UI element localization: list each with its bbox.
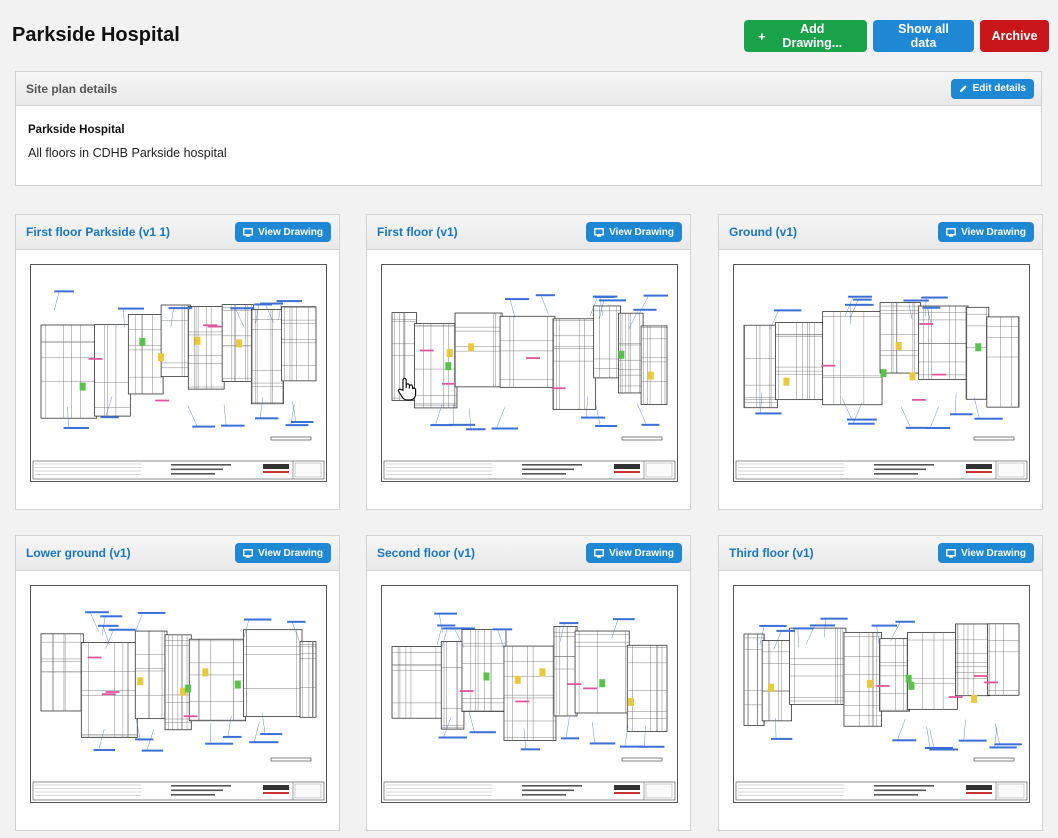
floor-plan-drawing — [383, 294, 676, 480]
view-drawing-label: View Drawing — [609, 547, 674, 559]
drawing-title-link[interactable]: Ground (v1) — [729, 225, 797, 239]
pencil-icon — [959, 85, 967, 93]
edit-details-button[interactable]: Edit details — [950, 78, 1034, 99]
hand-pointer-icon — [397, 377, 417, 401]
view-drawing-button[interactable]: View Drawing — [235, 222, 331, 242]
plus-icon: + — [758, 28, 766, 44]
floor-plan-thumbnail[interactable] — [381, 585, 678, 803]
drawing-title-link[interactable]: Third floor (v1) — [729, 546, 814, 560]
site-plan-details-panel: Site plan details Edit details Parkside … — [15, 71, 1042, 186]
floor-plan-drawing — [735, 295, 1028, 480]
monitor-icon — [946, 548, 957, 558]
view-drawing-button[interactable]: View Drawing — [938, 222, 1034, 242]
add-drawing-label: Add Drawing... — [782, 22, 843, 50]
monitor-icon — [243, 548, 254, 558]
drawing-card: First floor (v1) View Drawing — [366, 214, 691, 510]
floor-plan-thumbnail[interactable] — [381, 264, 678, 482]
monitor-icon — [594, 548, 605, 558]
view-drawing-label: View Drawing — [609, 226, 674, 238]
floor-plan-drawing — [32, 611, 325, 801]
site-plan-details-header: Site plan details Edit details — [16, 72, 1041, 106]
view-drawing-label: View Drawing — [961, 547, 1026, 559]
site-description: All floors in CDHB Parkside hospital — [28, 146, 227, 160]
view-drawing-label: View Drawing — [258, 226, 323, 238]
page-title: Parkside Hospital — [12, 24, 180, 46]
site-plan-details-title: Site plan details — [26, 81, 118, 96]
drawing-card: Ground (v1) View Drawing — [718, 214, 1043, 510]
add-drawing-button[interactable]: + Add Drawing... — [744, 20, 867, 52]
view-drawing-label: View Drawing — [961, 226, 1026, 238]
floor-plan-drawing — [383, 612, 676, 801]
view-drawing-button[interactable]: View Drawing — [586, 543, 682, 563]
edit-details-label: Edit details — [972, 83, 1026, 94]
header-actions: + Add Drawing... Show all data Archive — [744, 20, 1049, 52]
drawing-title-link[interactable]: First floor (v1) — [377, 225, 458, 239]
archive-button[interactable]: Archive — [980, 20, 1049, 52]
drawing-card: Second floor (v1) View Drawing — [366, 535, 691, 831]
show-all-data-button[interactable]: Show all data — [873, 20, 974, 52]
view-drawing-button[interactable]: View Drawing — [938, 543, 1034, 563]
monitor-icon — [243, 227, 254, 237]
drawing-card: First floor Parkside (v1 1) View Drawing — [15, 214, 340, 510]
drawing-title-link[interactable]: Lower ground (v1) — [26, 546, 131, 560]
monitor-icon — [946, 227, 957, 237]
floor-plan-thumbnail[interactable] — [733, 585, 1030, 803]
monitor-icon — [594, 227, 605, 237]
floor-plan-thumbnail[interactable] — [733, 264, 1030, 482]
floor-plan-thumbnail[interactable] — [30, 264, 327, 482]
view-drawing-button[interactable]: View Drawing — [586, 222, 682, 242]
view-drawing-label: View Drawing — [258, 547, 323, 559]
floor-plan-drawing — [735, 617, 1028, 801]
drawing-card: Third floor (v1) View Drawing — [718, 535, 1043, 831]
view-drawing-button[interactable]: View Drawing — [235, 543, 331, 563]
drawing-title-link[interactable]: First floor Parkside (v1 1) — [26, 225, 170, 239]
drawing-card: Lower ground (v1) View Drawing — [15, 535, 340, 831]
site-name: Parkside Hospital — [28, 124, 125, 136]
drawing-title-link[interactable]: Second floor (v1) — [377, 546, 475, 560]
floor-plan-thumbnail[interactable] — [30, 585, 327, 803]
floor-plan-drawing — [32, 290, 325, 480]
